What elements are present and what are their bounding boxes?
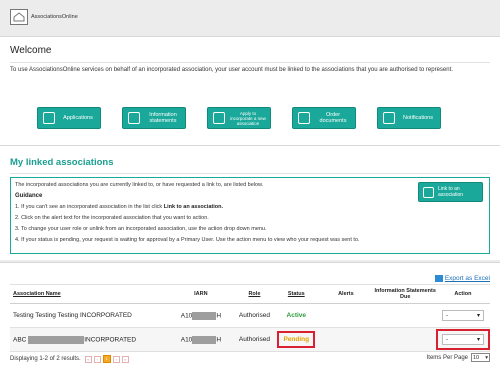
applications-icon <box>43 112 55 124</box>
export-label: Export as Excel <box>444 275 490 282</box>
cell-status: Pending <box>275 327 318 352</box>
cell-iarn: A10 H <box>168 327 234 352</box>
redaction <box>192 311 217 320</box>
first-page-icon[interactable]: « <box>84 355 92 363</box>
chevron-down-icon: ▾ <box>485 354 488 361</box>
cell-action: - ▾ <box>435 327 490 352</box>
items-per-page-select[interactable]: 10 ▾ <box>471 353 490 362</box>
associations-table: Association Name IARN Role Status Alerts… <box>10 284 490 352</box>
iarn-suffix: H <box>216 312 222 320</box>
export-excel-link[interactable]: Export as Excel <box>434 275 490 282</box>
information-statements-button[interactable]: Information statements <box>122 107 186 129</box>
associations-table-area: Export as Excel Association Name IARN Ro… <box>0 262 500 378</box>
chevron-down-icon: ▾ <box>476 337 480 343</box>
notifications-icon <box>383 112 395 124</box>
cell-alerts <box>317 327 375 352</box>
action-select[interactable]: - ▾ <box>441 310 484 321</box>
tile-label: Apply to incorporate a new association <box>230 110 266 126</box>
tile-label: Applications <box>63 115 93 121</box>
cell-statements-due <box>374 327 436 352</box>
iarn-suffix: H <box>216 336 222 344</box>
action-select-value: - <box>445 336 448 343</box>
header-statements-due: Information Statements Due <box>374 284 436 304</box>
current-page[interactable]: 1 <box>102 355 111 363</box>
cell-status: Active <box>275 303 318 328</box>
cell-association-name: Testing Testing Testing INCORPORATED <box>10 303 169 328</box>
order-documents-button[interactable]: Order documents <box>292 107 356 129</box>
table-row: ABC INCORPORATED A10 H Authorised Pending… <box>10 327 490 352</box>
header-action: Action <box>435 284 490 304</box>
divider <box>10 62 490 63</box>
home-icon[interactable] <box>10 9 28 25</box>
tile-label: Notifications <box>403 115 433 121</box>
link-association-button[interactable]: Link to an association <box>418 182 483 202</box>
linked-associations-panel: My linked associations The incorporated … <box>0 146 500 260</box>
next-page-icon[interactable]: › <box>112 355 120 363</box>
apply-incorporate-button[interactable]: Apply to incorporate a new association <box>207 107 271 129</box>
cell-action: - ▾ <box>435 303 490 328</box>
information-statements-icon <box>128 112 140 124</box>
guidance-intro: The incorporated associations you are cu… <box>15 182 264 188</box>
excel-icon <box>434 275 443 282</box>
app-brand[interactable]: AssociationsOnline <box>31 14 78 20</box>
step-1-text: 1. If you can't see an incorporated asso… <box>15 204 164 210</box>
cell-association-name: ABC INCORPORATED <box>10 327 169 352</box>
items-per-page-label: Items Per Page <box>426 354 468 361</box>
guidance-step-4: 4. If your status is pending, your reque… <box>15 237 360 243</box>
link-association-label: Link to an association <box>438 186 464 198</box>
top-bar: AssociationsOnline <box>0 0 500 36</box>
apply-incorporate-icon <box>213 112 225 124</box>
iarn-prefix: A10 <box>180 336 193 344</box>
divider <box>10 173 490 174</box>
items-per-page: Items Per Page 10 ▾ <box>427 353 490 362</box>
tile-label: Information statements <box>149 112 177 124</box>
linked-title: My linked associations <box>10 157 114 168</box>
header-iarn: IARN <box>168 284 234 304</box>
chevron-down-icon: ▾ <box>476 313 480 319</box>
header-status[interactable]: Status <box>275 284 318 304</box>
guidance-step-2: 2. Click on the alert text for the incor… <box>15 215 209 221</box>
cell-alerts <box>317 303 375 328</box>
cell-statements-due <box>374 303 436 328</box>
action-select[interactable]: - ▾ <box>441 334 484 345</box>
last-page-icon[interactable]: » <box>121 355 129 363</box>
cell-iarn: A10 H <box>168 303 234 328</box>
iarn-prefix: A10 <box>180 312 193 320</box>
items-per-page-value: 10 <box>473 354 480 361</box>
prev-page-icon[interactable]: ‹ <box>93 355 101 363</box>
table-header-row: Association Name IARN Role Status Alerts… <box>10 284 490 304</box>
action-select-value: - <box>445 312 448 319</box>
status-badge: Pending <box>277 331 316 348</box>
header-role[interactable]: Role <box>233 284 276 304</box>
header-alerts: Alerts <box>317 284 375 304</box>
guidance-step-1: 1. If you can't see an incorporated asso… <box>15 204 223 210</box>
name-suffix: INCORPORATED <box>84 336 137 344</box>
cell-role: Authorised <box>233 303 276 328</box>
tile-label: Order documents <box>319 112 347 124</box>
welcome-title: Welcome <box>10 45 52 56</box>
guidance-box: The incorporated associations you are cu… <box>10 177 490 254</box>
guidance-step-3: 3. To change your user role or unlink fr… <box>15 226 267 232</box>
redaction <box>28 335 85 344</box>
step-1-link[interactable]: Link to an association. <box>164 204 223 210</box>
header-association-name[interactable]: Association Name <box>10 284 169 304</box>
results-count: Displaying 1-2 of 2 results. <box>10 356 81 362</box>
welcome-panel: Welcome To use AssociationsOnline servic… <box>0 36 500 146</box>
cell-role: Authorised <box>233 327 276 352</box>
status-badge: Active <box>286 312 307 319</box>
applications-button[interactable]: Applications <box>37 107 101 129</box>
action-highlight: - ▾ <box>435 329 490 350</box>
pagination: Displaying 1-2 of 2 results. « ‹ 1 › » <box>10 355 129 363</box>
redaction <box>192 335 217 344</box>
guidance-heading: Guidance <box>15 193 43 199</box>
welcome-intro: To use AssociationsOnline services on be… <box>10 67 453 73</box>
name-prefix: ABC <box>13 336 27 344</box>
notifications-button[interactable]: Notifications <box>377 107 441 129</box>
table-row: Testing Testing Testing INCORPORATED A10… <box>10 303 490 328</box>
order-documents-icon <box>298 112 310 124</box>
link-association-icon <box>423 186 434 198</box>
